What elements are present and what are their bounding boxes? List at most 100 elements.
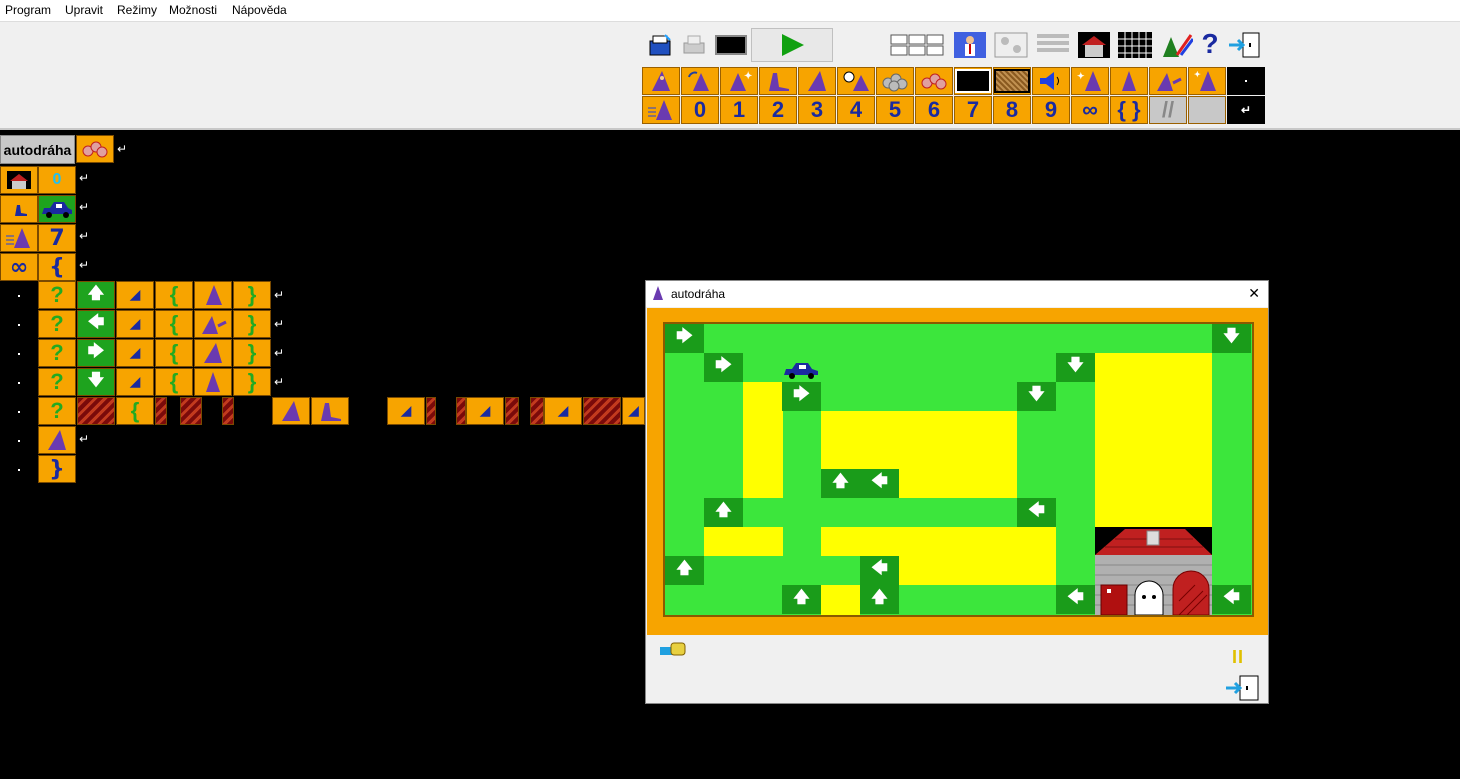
- boot-tile[interactable]: ◢: [116, 339, 154, 367]
- brick-tile[interactable]: [180, 397, 202, 425]
- palette-wizard-turn[interactable]: [681, 67, 719, 95]
- boot-tile[interactable]: ◢: [116, 368, 154, 396]
- wizard-tile[interactable]: [194, 368, 232, 396]
- loop-open-tile[interactable]: {: [38, 253, 76, 281]
- layout-icon[interactable]: [890, 32, 946, 58]
- arrow-up-tile[interactable]: 🡅: [77, 281, 115, 309]
- if-tile[interactable]: ?: [38, 368, 76, 396]
- if-tile[interactable]: ?: [38, 339, 76, 367]
- boot-tile[interactable]: ◢: [116, 281, 154, 309]
- teacher-icon[interactable]: [952, 30, 988, 60]
- brick-tile[interactable]: [583, 397, 621, 425]
- brick-tile[interactable]: [456, 397, 466, 425]
- window-titlebar[interactable]: autodráha ✕: [646, 281, 1268, 307]
- palette-boot[interactable]: [759, 67, 797, 95]
- palette-digit-2[interactable]: 2: [759, 96, 797, 124]
- boot-tile[interactable]: ◢: [466, 397, 504, 425]
- palette-wizard-magic[interactable]: ✦: [720, 67, 758, 95]
- menu-napoveda[interactable]: Nápověda: [232, 3, 287, 17]
- palette-braces[interactable]: { }: [1110, 96, 1148, 124]
- palette-wizard-hat[interactable]: ✦: [1188, 67, 1226, 95]
- palette-wizard-jump[interactable]: [1149, 67, 1187, 95]
- wizard-tile[interactable]: [194, 310, 232, 338]
- house-tile[interactable]: [0, 166, 38, 194]
- palette-speed[interactable]: [642, 96, 680, 124]
- wizard-tile[interactable]: [272, 397, 310, 425]
- brace-open-tile[interactable]: {: [155, 281, 193, 309]
- loop-infinity-tile[interactable]: ∞: [0, 253, 38, 281]
- palette-digit-6[interactable]: 6: [915, 96, 953, 124]
- if-tile[interactable]: ?: [38, 397, 76, 425]
- brace-close-tile[interactable]: }: [233, 339, 271, 367]
- run-button[interactable]: [751, 28, 833, 62]
- brace-close-tile[interactable]: }: [233, 368, 271, 396]
- brick-tile[interactable]: [222, 397, 234, 425]
- palette-black-tile[interactable]: [954, 67, 992, 95]
- brace-close-tile[interactable]: }: [233, 310, 271, 338]
- close-icon[interactable]: ✕: [1248, 285, 1260, 302]
- palette-digit-1[interactable]: 1: [720, 96, 758, 124]
- palette-digit-4[interactable]: 4: [837, 96, 875, 124]
- brace-open-tile[interactable]: {: [155, 310, 193, 338]
- arrow-right-tile[interactable]: 🡆: [77, 339, 115, 367]
- brace-open-tile[interactable]: {: [155, 368, 193, 396]
- boot-tile[interactable]: [311, 397, 349, 425]
- palette-digit-9[interactable]: 9: [1032, 96, 1070, 124]
- palette-wizard-step[interactable]: [642, 67, 680, 95]
- palette-digit-0[interactable]: 0: [681, 96, 719, 124]
- menu-moznosti[interactable]: Možnosti: [169, 3, 217, 17]
- stones-red-tile[interactable]: [76, 135, 114, 163]
- palette-sound[interactable]: [1032, 67, 1070, 95]
- arrow-down-tile[interactable]: 🡇: [77, 368, 115, 396]
- arrow-left-tile[interactable]: 🡄: [77, 310, 115, 338]
- palette-digit-8[interactable]: 8: [993, 96, 1031, 124]
- speed-tile[interactable]: [0, 224, 38, 252]
- grid-icon[interactable]: [1116, 30, 1154, 60]
- palette-wizard-walk[interactable]: [798, 67, 836, 95]
- boot-tile[interactable]: ◢: [116, 310, 154, 338]
- house-icon[interactable]: [1076, 30, 1112, 60]
- exit-icon[interactable]: [1224, 675, 1260, 701]
- palette-comment[interactable]: //: [1149, 96, 1187, 124]
- if-tile[interactable]: ?: [38, 310, 76, 338]
- draw-icon[interactable]: [1158, 30, 1194, 60]
- brick-tile[interactable]: [530, 397, 544, 425]
- menu-rezimy[interactable]: Režimy: [117, 3, 157, 17]
- palette-dot[interactable]: [1227, 67, 1265, 95]
- palette-infinity[interactable]: ∞: [1071, 96, 1109, 124]
- list-icon[interactable]: [1034, 30, 1072, 60]
- palette-digit-3[interactable]: 3: [798, 96, 836, 124]
- wizard-tile[interactable]: [194, 339, 232, 367]
- new-program-icon[interactable]: [646, 32, 676, 58]
- boot-tile[interactable]: ◢: [544, 397, 582, 425]
- brick-tile[interactable]: [505, 397, 519, 425]
- game-board[interactable]: 🡆 🡇 🡆 🡇 🡆 🡇 🡅 🡄 🡅 🡄 🡅 🡄 🡅 🡅 🡄 🡄: [663, 322, 1254, 617]
- speed-icon[interactable]: [659, 641, 689, 657]
- palette-stones-red[interactable]: [915, 67, 953, 95]
- boot-tile[interactable]: [0, 195, 38, 223]
- car-tile[interactable]: [38, 195, 76, 223]
- palette-return[interactable]: ↵: [1227, 96, 1265, 124]
- help-icon[interactable]: ?: [1196, 28, 1224, 60]
- brick-tile[interactable]: [155, 397, 167, 425]
- menu-program[interactable]: Program: [5, 3, 51, 17]
- cards-icon[interactable]: [992, 30, 1030, 60]
- print-icon[interactable]: [679, 32, 709, 58]
- wizard-tile[interactable]: [38, 426, 76, 454]
- palette-stones[interactable]: [876, 67, 914, 95]
- wizard-tile[interactable]: [194, 281, 232, 309]
- brace-open-tile[interactable]: {: [116, 397, 154, 425]
- palette-digit-7[interactable]: 7: [954, 96, 992, 124]
- loop-close-tile[interactable]: }: [38, 455, 76, 483]
- palette-pattern-tile[interactable]: [993, 67, 1031, 95]
- palette-wizard-timer[interactable]: [837, 67, 875, 95]
- brace-open-tile[interactable]: {: [155, 339, 193, 367]
- screen-icon[interactable]: [713, 32, 749, 58]
- program-name-tile[interactable]: autodráha: [0, 135, 75, 164]
- palette-wizard-star[interactable]: ✦: [1071, 67, 1109, 95]
- boot-tile[interactable]: ◢: [387, 397, 425, 425]
- count-tile[interactable]: 0: [38, 166, 76, 194]
- brace-close-tile[interactable]: }: [233, 281, 271, 309]
- if-tile[interactable]: ?: [38, 281, 76, 309]
- boot-tile[interactable]: ◢: [622, 397, 645, 425]
